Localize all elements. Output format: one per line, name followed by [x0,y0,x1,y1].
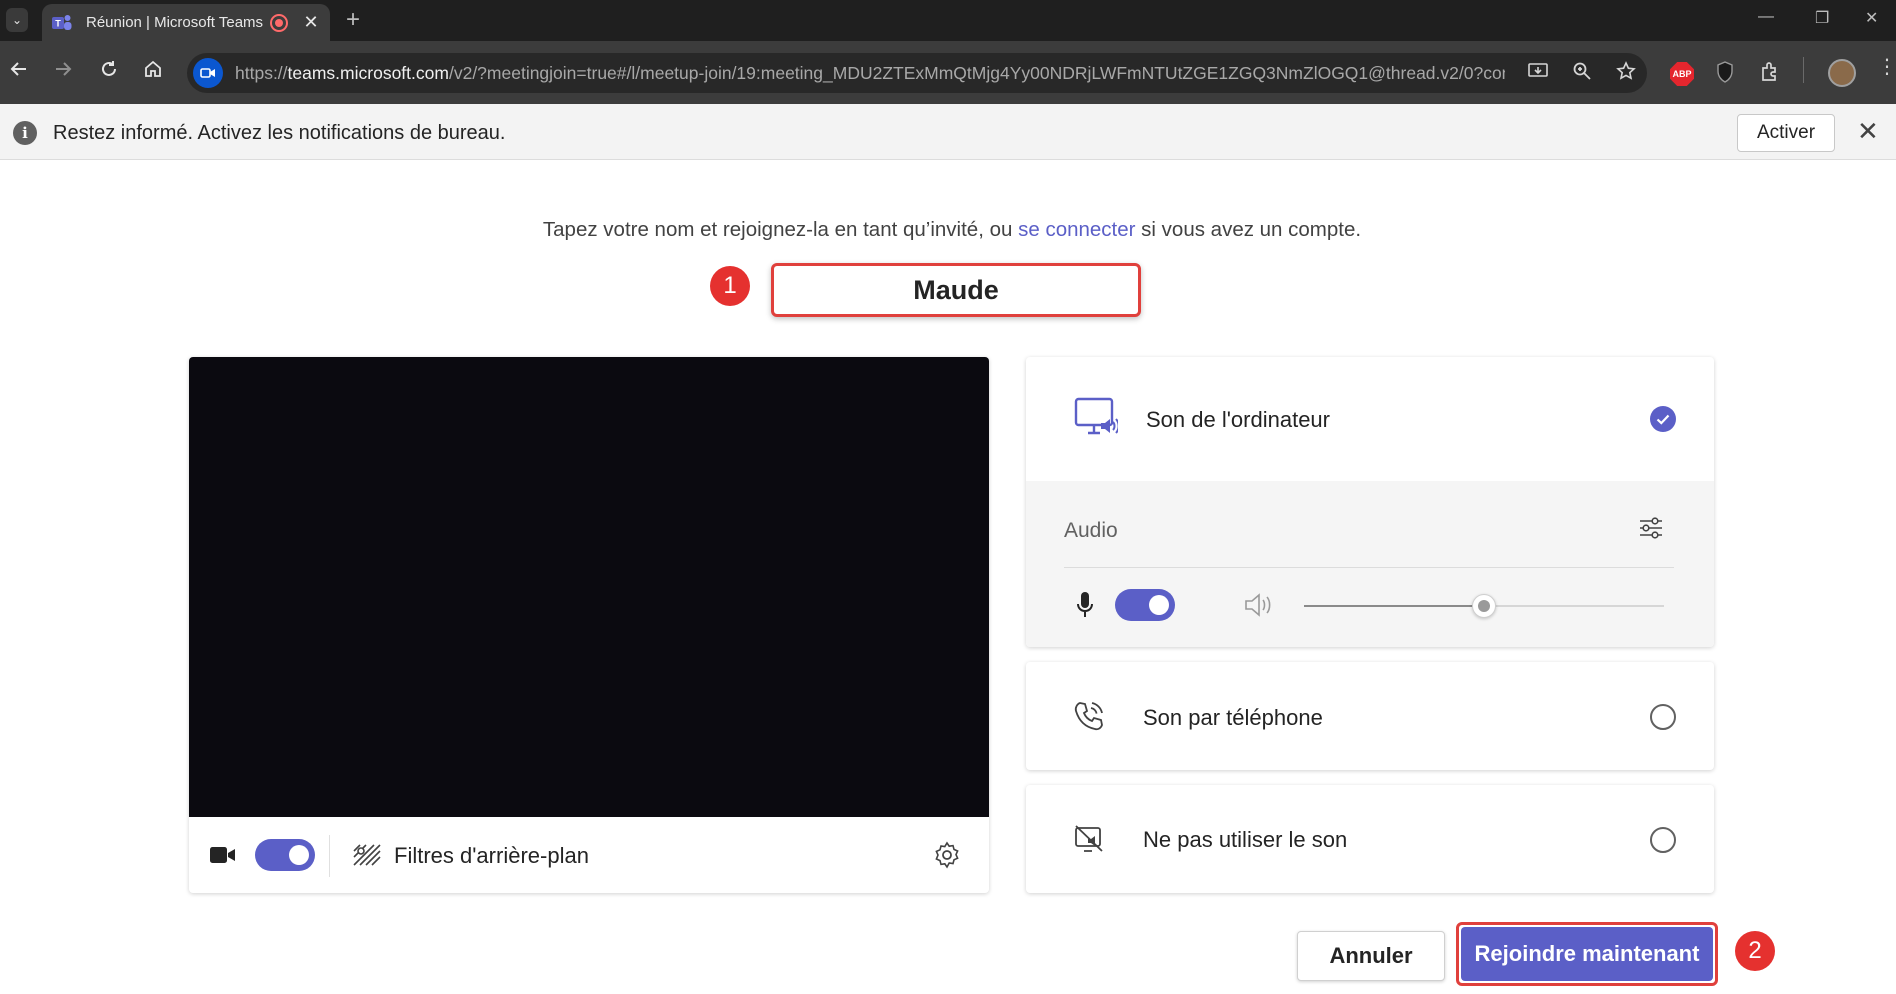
no-audio-radio[interactable] [1650,827,1676,853]
tab-search-button[interactable]: ⌄ [6,8,28,32]
step-badge-1: 1 [710,266,750,306]
extensions-puzzle-icon[interactable] [1759,61,1781,86]
profile-avatar[interactable] [1828,59,1856,87]
window-minimize-button[interactable]: — [1758,8,1774,26]
enable-notifications-button[interactable]: Activer [1737,114,1835,152]
camera-preview [189,357,989,817]
info-icon: i [13,121,37,145]
speaker-volume-fill [1304,605,1484,607]
tab-title: Réunion | Microsoft Teams [86,14,264,31]
toolbar-divider [1803,57,1804,83]
computer-audio-label: Son de l'ordinateur [1146,407,1330,432]
join-prompt: Tapez votre nom et rejoignez-la en tant … [542,218,1362,241]
audio-settings-section: Audio [1026,481,1714,647]
browser-tab-teams[interactable]: T Réunion | Microsoft Teams ✕ [42,4,330,41]
phone-call-icon [1072,700,1106,739]
video-camera-site-icon [193,58,223,88]
back-arrow-icon [10,62,26,76]
browser-toolbar: https://teams.microsoft.com/v2/?meetingj… [0,41,1896,104]
speaker-volume-slider[interactable] [1304,594,1664,618]
svg-text:T: T [55,18,61,28]
forward-arrow-icon [56,62,72,76]
join-now-button[interactable]: Rejoindre maintenant [1461,927,1713,981]
checkmark-icon [1656,414,1670,425]
guest-name-input[interactable] [771,263,1141,317]
speaker-volume-thumb[interactable] [1472,594,1496,618]
sign-in-link[interactable]: se connecter [1018,218,1135,241]
zoom-icon[interactable] [1571,62,1593,85]
no-audio-label: Ne pas utiliser le son [1143,827,1348,852]
home-icon [145,60,161,77]
step-badge-2: 2 [1735,931,1775,971]
new-tab-button[interactable]: + [346,6,360,34]
back-button[interactable] [5,59,33,87]
adblock-plus-icon[interactable]: ABP [1670,62,1694,86]
phone-audio-label: Son par téléphone [1143,705,1323,730]
bookmark-star-icon[interactable] [1615,60,1637,86]
tab-close-icon[interactable]: ✕ [302,12,320,33]
cancel-button[interactable]: Annuler [1297,931,1445,981]
microphone-icon [1076,591,1094,624]
phone-audio-option[interactable]: Son par téléphone [1026,662,1714,770]
audio-section-divider [1064,567,1674,568]
notification-text: Restez informé. Activez les notification… [53,122,506,144]
microphone-toggle[interactable] [1115,589,1175,621]
background-filters-icon[interactable] [352,843,382,872]
close-notification-icon[interactable]: ✕ [1857,118,1879,144]
notification-bar: i Restez informé. Activez les notificati… [0,104,1896,160]
video-controls-bar: Filtres d'arrière-plan [189,817,989,893]
no-audio-option[interactable]: Ne pas utiliser le son [1026,785,1714,893]
forward-button[interactable] [49,59,77,87]
install-app-icon[interactable] [1527,62,1549,85]
phone-audio-radio[interactable] [1650,704,1676,730]
window-close-button[interactable]: ✕ [1865,8,1878,28]
reload-icon [102,61,116,76]
no-audio-icon [1074,825,1104,858]
window-restore-button[interactable]: ❐ [1815,8,1829,28]
browser-menu-icon[interactable]: ⋮ [1877,57,1896,77]
speaker-volume-icon [1244,592,1274,623]
address-bar[interactable]: https://teams.microsoft.com/v2/?meetingj… [187,53,1647,93]
video-bar-divider [329,835,330,877]
audio-section-title: Audio [1064,519,1118,542]
reload-button[interactable] [95,59,123,87]
computer-audio-option[interactable]: Son de l'ordinateur Audio [1026,357,1714,647]
computer-speaker-icon [1074,397,1120,444]
shield-extension-icon[interactable] [1716,61,1734,86]
home-button[interactable] [139,59,167,87]
camera-toggle[interactable] [255,839,315,871]
teams-logo-icon: T [52,14,72,32]
settings-gear-icon[interactable] [933,841,961,874]
browser-tab-bar: ⌄ T Réunion | Microsoft Teams ✕ + — ❐ ✕ [0,0,1896,41]
background-filters-label[interactable]: Filtres d'arrière-plan [394,843,589,869]
audio-settings-sliders-icon[interactable] [1638,515,1664,546]
video-preview-card: Filtres d'arrière-plan [189,357,989,893]
video-camera-icon [210,845,236,870]
computer-audio-radio[interactable] [1650,406,1676,432]
recording-indicator-icon [270,13,288,32]
chevron-down-icon: ⌄ [11,13,23,27]
url-text: https://teams.microsoft.com/v2/?meetingj… [235,62,1505,83]
